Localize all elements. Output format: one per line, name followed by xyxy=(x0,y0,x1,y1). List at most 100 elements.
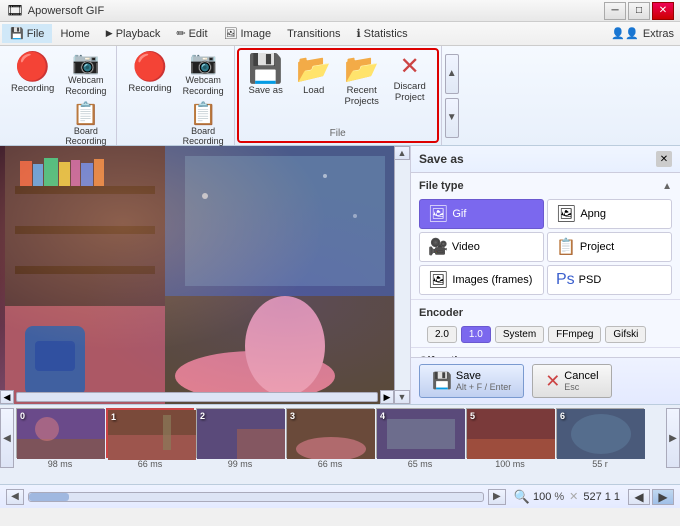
file-type-apng[interactable]: 🖼 Apng xyxy=(547,199,672,229)
filmstrip-left-arrow[interactable]: ◀ xyxy=(0,408,14,468)
file-type-header[interactable]: File type ▲ xyxy=(419,177,672,195)
video-icon: 🎥 xyxy=(428,237,448,257)
scroll-right-button[interactable]: ▶ xyxy=(488,489,506,505)
window-controls: ─ □ ✕ xyxy=(604,2,674,20)
board-recording-button[interactable]: 📋 BoardRecording xyxy=(61,101,110,150)
apng-icon: 🖼 xyxy=(556,204,576,224)
webcam-recording-button[interactable]: 📷 WebcamRecording xyxy=(61,50,110,99)
menu-statistics[interactable]: ℹ Statistics xyxy=(348,24,415,43)
file-type-images[interactable]: 🖼 Images (frames) xyxy=(419,265,544,295)
frame-3[interactable]: 3 66 ms xyxy=(286,408,374,469)
scroll-left-button[interactable]: ◀ xyxy=(6,489,24,505)
playback-menu-icon: ▶ xyxy=(106,28,113,39)
frame-5-index: 5 xyxy=(470,411,475,421)
frame-box-5: 5 xyxy=(466,408,554,458)
discard-project-button[interactable]: ✕ DiscardProject xyxy=(387,52,433,107)
discard-label: DiscardProject xyxy=(394,81,426,104)
canvas-scroll-down[interactable]: ▼ xyxy=(394,390,410,404)
save-as-button[interactable]: 💾 Save as xyxy=(243,52,289,99)
nav-forward-button[interactable]: ▶ xyxy=(652,489,674,505)
canvas-scroll-up[interactable]: ▲ xyxy=(394,146,410,160)
file-type-psd[interactable]: Ps PSD xyxy=(547,265,672,295)
maximize-button[interactable]: □ xyxy=(628,2,650,20)
frame-5[interactable]: 5 100 ms xyxy=(466,408,554,469)
webcam-recording2-button[interactable]: 📷 WebcamRecording xyxy=(179,50,228,99)
menu-edit[interactable]: ✏ Edit xyxy=(168,24,215,43)
file-type-grid: 🖼 Gif 🖼 Apng 🎥 Video 📋 Project xyxy=(419,199,672,295)
ribbon-scroll-down[interactable]: ▼ xyxy=(445,98,459,138)
cancel-btn-label: Cancel xyxy=(564,370,598,382)
close-button[interactable]: ✕ xyxy=(652,2,674,20)
board-recording2-button[interactable]: 📋 BoardRecording xyxy=(179,101,228,150)
edit-menu-icon: ✏ xyxy=(176,27,185,40)
apng-label: Apng xyxy=(580,208,606,220)
encoder-1-button[interactable]: 1.0 xyxy=(461,326,491,343)
save-button[interactable]: 💾 Save Alt + F / Enter xyxy=(419,364,524,398)
board-icon: 📋 xyxy=(72,103,99,125)
encoder-system-button[interactable]: System xyxy=(495,326,544,343)
panel-close-button[interactable]: ✕ xyxy=(656,151,672,167)
menu-playback[interactable]: ▶ Playback xyxy=(98,25,169,43)
load-button[interactable]: 📂 Load xyxy=(291,52,337,99)
project-label: Project xyxy=(580,241,614,253)
bottom-scrollbar[interactable] xyxy=(28,492,484,502)
menu-transitions[interactable]: Transitions xyxy=(279,25,348,43)
frame-1[interactable]: 1 66 ms xyxy=(106,408,194,469)
frame-6-ms: 55 r xyxy=(592,459,608,469)
encoder-2-button[interactable]: 2.0 xyxy=(427,326,457,343)
encoder-header[interactable]: Encoder xyxy=(419,304,672,322)
playback-menu-label: Playback xyxy=(116,28,161,40)
save-btn-sub: Alt + F / Enter xyxy=(456,382,511,392)
nav-back-button[interactable]: ◀ xyxy=(628,489,650,505)
cancel-button[interactable]: ✕ Cancel Esc xyxy=(532,364,611,398)
encoder-ffmpeg-button[interactable]: FFmpeg xyxy=(548,326,601,343)
frame-box-2: 2 xyxy=(196,408,284,458)
statistics-menu-label: Statistics xyxy=(364,28,408,40)
menu-file[interactable]: 💾 File xyxy=(2,24,52,43)
frame-4[interactable]: 4 65 ms xyxy=(376,408,464,469)
frame-4-ms: 65 ms xyxy=(408,459,433,469)
recording-button[interactable]: 🔴 Recording xyxy=(6,50,59,97)
ribbon-group-new: 🔴 Recording 📷 WebcamRecording 📋 BoardRec… xyxy=(0,46,117,145)
filmstrip-right-arrow[interactable]: ▶ xyxy=(666,408,680,468)
menu-image[interactable]: 🖼 Image xyxy=(216,24,280,43)
save-btn-text: Save Alt + F / Enter xyxy=(456,370,511,392)
load-icon: 📂 xyxy=(296,55,331,83)
frames-row: 0 98 ms 1 66 ms 2 99 ms xyxy=(14,408,666,469)
encoder-gifski-button[interactable]: Gifski xyxy=(605,326,646,343)
frame-6[interactable]: 6 55 r xyxy=(556,408,644,469)
edit-menu-label: Edit xyxy=(189,28,208,40)
file-type-project[interactable]: 📋 Project xyxy=(547,232,672,262)
menu-home[interactable]: Home xyxy=(52,25,97,43)
menu-bar: 💾 File Home ▶ Playback ✏ Edit 🖼 Image Tr… xyxy=(0,22,680,46)
canvas-hscroll[interactable] xyxy=(16,392,378,402)
gif-label: Gif xyxy=(452,208,466,220)
file-type-gif[interactable]: 🖼 Gif xyxy=(419,199,544,229)
recent-projects-button[interactable]: 📂 RecentProjects xyxy=(339,52,385,111)
webcam-label: WebcamRecording xyxy=(65,75,106,97)
gif-options-section: Gif options ▼ xyxy=(411,348,680,357)
frame-6-index: 6 xyxy=(560,411,565,421)
file-type-video[interactable]: 🎥 Video xyxy=(419,232,544,262)
frame-2[interactable]: 2 99 ms xyxy=(196,408,284,469)
canvas-scrollbar[interactable] xyxy=(394,160,410,390)
minimize-button[interactable]: ─ xyxy=(604,2,626,20)
canvas-left-arrow[interactable]: ◀ xyxy=(0,390,14,404)
extras-label[interactable]: Extras xyxy=(643,28,674,40)
save-icon: 💾 xyxy=(432,371,452,391)
canvas-right-arrow[interactable]: ▶ xyxy=(380,390,394,404)
canvas-lr-arrows: ◀ ▶ xyxy=(0,390,394,404)
canvas-area: ▲ ▼ ◀ ▶ xyxy=(0,146,410,404)
recent-projects-icon: 📂 xyxy=(344,55,379,83)
gif-icon: 🖼 xyxy=(428,204,448,224)
title-bar: 🎞 Apowersoft GIF ─ □ ✕ xyxy=(0,0,680,22)
recording2-button[interactable]: 🔴 Recording xyxy=(123,50,176,97)
frame-box-3: 3 xyxy=(286,408,374,458)
zoom-icon[interactable]: 🔍 xyxy=(514,489,530,505)
ribbon-scroll-up[interactable]: ▲ xyxy=(445,54,459,94)
webcam-icon: 📷 xyxy=(72,52,99,74)
frame-5-ms: 100 ms xyxy=(495,459,525,469)
frame-0[interactable]: 0 98 ms xyxy=(16,408,104,469)
encoder-row: 2.0 1.0 System FFmpeg Gifski xyxy=(419,326,672,343)
encoder-title: Encoder xyxy=(419,307,463,319)
